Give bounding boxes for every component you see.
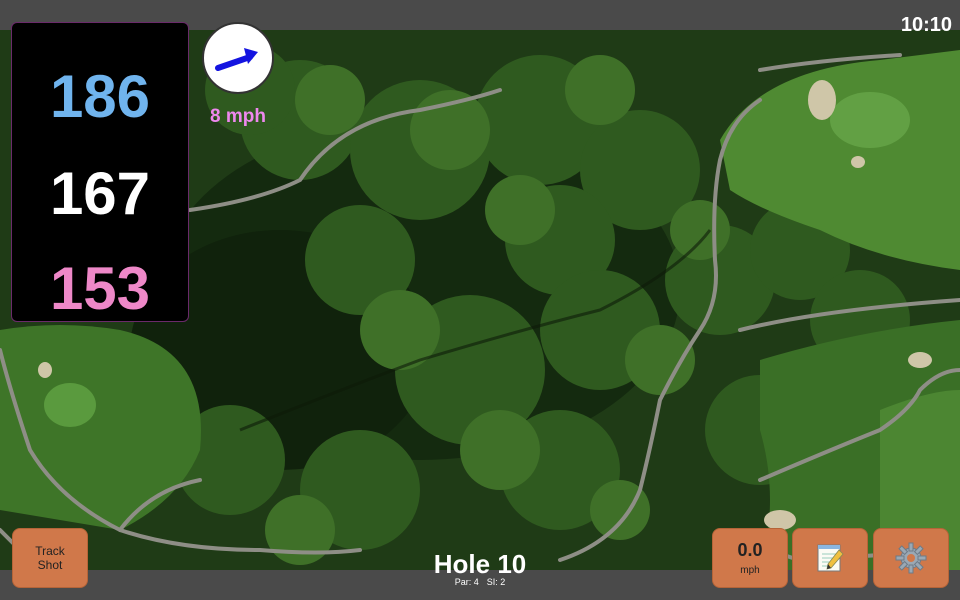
- speed-value: 0.0: [737, 540, 763, 560]
- settings-button[interactable]: [873, 528, 949, 588]
- notepad-icon: [817, 544, 844, 572]
- hole-info: Par: 4 SI: 2: [400, 577, 560, 587]
- distance-panel: 186 167 153: [11, 22, 189, 322]
- track-shot-label-line1: Track: [35, 544, 65, 558]
- notes-button[interactable]: [792, 528, 868, 588]
- hole-title: Hole 10: [433, 549, 527, 579]
- front-distance: 153: [49, 255, 151, 322]
- wind-speed: 8 mph: [210, 106, 266, 127]
- hole-stroke-index: SI: 2: [486, 577, 506, 587]
- speed-button[interactable]: 0.0 mph: [712, 528, 788, 588]
- gear-icon: [895, 542, 927, 574]
- clock: 10:10: [900, 14, 952, 36]
- middle-distance: 167: [49, 160, 151, 227]
- back-distance: 186: [49, 63, 151, 130]
- hole-par: Par: 4: [454, 577, 479, 587]
- track-shot-label-line2: Shot: [37, 558, 63, 572]
- arrow-icon: [215, 48, 258, 71]
- track-shot-button[interactable]: Track Shot: [12, 528, 88, 588]
- speed-unit: mph: [740, 565, 760, 576]
- wind-indicator: [202, 22, 274, 94]
